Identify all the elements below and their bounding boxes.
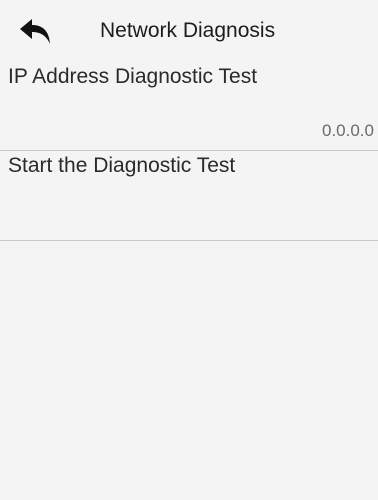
start-diagnostic-test-item[interactable]: Start the Diagnostic Test (0, 151, 378, 241)
back-button[interactable] (18, 18, 58, 48)
start-diagnostic-test-label: Start the Diagnostic Test (8, 154, 236, 177)
back-arrow-icon (20, 19, 50, 44)
ip-address-diagnostic-test-item[interactable]: IP Address Diagnostic Test 0.0.0.0 (0, 62, 378, 151)
ip-address-diagnostic-test-label: IP Address Diagnostic Test (8, 65, 258, 88)
ip-address-value: 0.0.0.0 (322, 121, 374, 140)
network-diagnosis-screen: Network Diagnosis IP Address Diagnostic … (0, 0, 378, 500)
page-title: Network Diagnosis (100, 19, 276, 42)
header-bar: Network Diagnosis (0, 0, 378, 62)
